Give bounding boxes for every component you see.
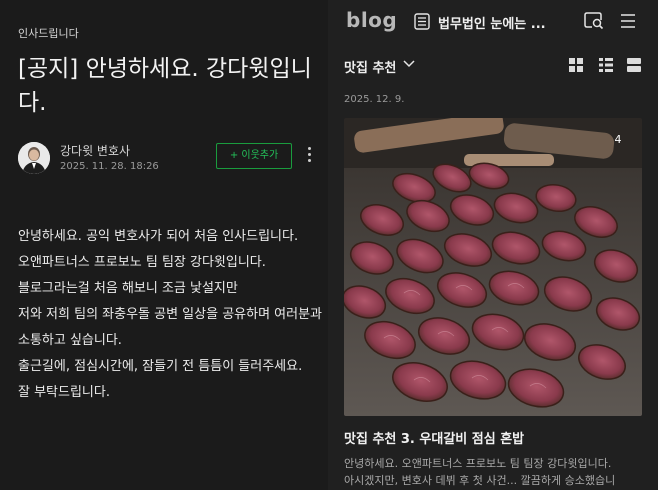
blog-title[interactable]: 법무법인 눈에는 ... xyxy=(438,13,546,32)
post-title: [공지] 안녕하세요. 강다윗입니다. xyxy=(18,56,312,116)
author-name[interactable]: 강다윗 변호사 xyxy=(60,142,130,159)
body-paragraph: 오앤파트너스 프로보노 팀 팀장 강다윗입니다. xyxy=(18,255,266,270)
grilled-beef-photo xyxy=(344,118,642,416)
post-excerpt[interactable]: 안녕하세요. 오앤파트너스 프로보노 팀 팀장 강다윗입니다. 아시겠지만, 변… xyxy=(344,455,644,489)
chevron-down-icon[interactable] xyxy=(403,59,415,69)
body-paragraph: 안녕하세요. 공익 변호사가 되어 처음 인사드립니다. xyxy=(18,229,299,244)
body-paragraph: 잘 부탁드립니다. xyxy=(18,385,110,400)
blog-logo[interactable]: blog xyxy=(346,8,397,32)
post-panel: 인사드립니다 [공지] 안녕하세요. 강다윗입니다. 강다윗 변호사 2025.… xyxy=(0,0,328,490)
more-options-icon[interactable] xyxy=(305,147,313,165)
author-row: 강다윗 변호사 2025. 11. 28. 18:26 + 이웃추가 xyxy=(18,140,324,180)
avatar[interactable] xyxy=(18,142,50,174)
post-timestamp: 2025. 11. 28. 18:26 xyxy=(60,161,159,172)
blog-panel: blog 법무법인 눈에는 ... 맛집 추천 2025. 12. 9. 4 맛… xyxy=(328,0,658,490)
category-selector[interactable]: 맛집 추천 xyxy=(344,57,396,76)
add-neighbor-button[interactable]: + 이웃추가 xyxy=(216,143,292,169)
blog-list-icon[interactable] xyxy=(414,13,430,30)
post-category[interactable]: 인사드립니다 xyxy=(18,25,79,41)
excerpt-line: 아시겠지만, 변호사 데뷔 후 첫 사건... 깔끔하게 승소했습니 xyxy=(344,474,616,487)
body-paragraph: 블로그라는걸 처음 해보니 조금 낯설지만 xyxy=(18,281,238,296)
list-view-icon[interactable] xyxy=(598,57,614,73)
card-view-icon[interactable] xyxy=(626,57,642,73)
excerpt-line: 안녕하세요. 오앤파트너스 프로보노 팀 팀장 강다윗입니다. xyxy=(344,457,612,470)
hamburger-menu-icon[interactable] xyxy=(620,13,636,29)
post-date: 2025. 12. 9. xyxy=(344,94,405,105)
body-paragraph: 출근길에, 점심시간에, 잠들기 전 틈틈이 들러주세요. xyxy=(18,359,303,374)
post-list-title[interactable]: 맛집 추천 3. 우대갈비 점심 혼밥 xyxy=(344,428,524,447)
category-row: 맛집 추천 xyxy=(328,50,658,80)
top-bar: blog 법무법인 눈에는 ... xyxy=(328,0,658,44)
body-paragraph: 저와 저희 팀의 좌충우돌 공변 일상을 공유하며 여러분과 소통하고 싶습니다… xyxy=(18,307,323,348)
post-body: 안녕하세요. 공익 변호사가 되어 처음 인사드립니다. 오앤파트너스 프로보노… xyxy=(18,224,323,406)
chat-search-icon[interactable] xyxy=(584,11,604,31)
post-thumbnail[interactable]: 4 xyxy=(344,118,642,416)
photo-count-badge: 4 xyxy=(614,133,622,146)
grid-view-icon[interactable] xyxy=(568,57,584,73)
